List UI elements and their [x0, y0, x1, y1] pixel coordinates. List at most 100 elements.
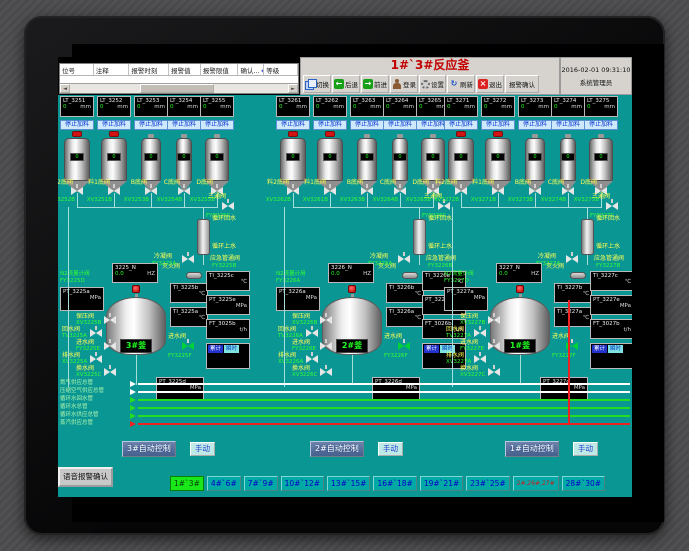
totalizer-total-button[interactable]: 累计: [592, 345, 607, 353]
page-nav-button-3[interactable]: 7#`9#: [244, 476, 278, 491]
feed-status-label: 停止加料: [60, 120, 94, 130]
left-valve[interactable]: [488, 316, 500, 324]
auto-control-button-2[interactable]: 2#自动控制: [310, 441, 364, 457]
left-valve[interactable]: [474, 329, 486, 337]
auto-control-button-1[interactable]: 1#自动控制: [505, 441, 559, 457]
left-valve[interactable]: [488, 342, 500, 350]
instrument-tag: LT_3254: [168, 97, 200, 104]
level-transmitter-box: LT_32550mm: [200, 96, 234, 117]
left-valve[interactable]: [306, 355, 318, 363]
left-valve-label: 换水阀: [460, 365, 478, 372]
toolbar-button-3[interactable]: →前进: [361, 75, 389, 93]
instrument-value: 0: [484, 104, 488, 110]
totalizer-instant-button[interactable]: 瞬时: [224, 345, 239, 353]
left-valve[interactable]: [90, 329, 102, 337]
instrument-tag: LT_3275: [585, 97, 617, 104]
totalizer-value-row: 0.0m3: [207, 354, 249, 362]
instrument-tag: 3227_N: [497, 264, 541, 271]
toolbar-button-6[interactable]: ↻刷新: [447, 75, 475, 93]
scroll-left-icon[interactable]: ◄: [60, 84, 70, 93]
instrument-value: 0: [353, 104, 357, 110]
left-valve[interactable]: [320, 342, 332, 350]
left-valve[interactable]: [488, 368, 500, 376]
three-way-valve[interactable]: [222, 202, 234, 210]
totalizer-total-button[interactable]: 累计: [424, 345, 439, 353]
left-valve[interactable]: [104, 316, 116, 324]
cold-valve[interactable]: [182, 255, 194, 263]
valve-label: B底阀: [503, 179, 531, 186]
refresh-icon: ↻: [449, 79, 459, 89]
instrument-value: 0: [63, 104, 67, 110]
instrument-value-row: 0mm: [314, 104, 346, 110]
left-valve[interactable]: [320, 368, 332, 376]
pipe-line: [136, 355, 137, 385]
page-nav-button-2[interactable]: 4#`6#: [207, 476, 241, 491]
manual-button-3[interactable]: 手动: [190, 442, 215, 456]
left-valve[interactable]: [104, 342, 116, 350]
level-transmitter-box: LT_32610mm: [276, 96, 310, 117]
auto-control-button-3[interactable]: 3#自动控制: [122, 441, 176, 457]
page-nav-button-10[interactable]: 28#`30#: [562, 476, 605, 491]
toolbar-button-2[interactable]: ←后退: [332, 75, 360, 93]
page-nav-button-8[interactable]: 23#`25#: [466, 476, 509, 491]
instrument-tag: 3225_N: [113, 264, 157, 271]
reactor-status-display: 1#釜: [504, 339, 536, 353]
alarm-col-6: 等级: [264, 64, 298, 75]
condenser: [413, 219, 426, 255]
instrument-value-row: ℃: [207, 279, 249, 285]
three-way-valve[interactable]: [606, 202, 618, 210]
datetime-panel: 2016-02-01 09:31:10 系统管理员: [560, 57, 632, 95]
instrument-value: 0: [137, 104, 141, 110]
left-valve[interactable]: [474, 355, 486, 363]
scroll-right-icon[interactable]: ►: [288, 84, 298, 93]
water-valve-code: FY3226F: [384, 353, 408, 359]
page-nav-button-4[interactable]: 10#`12#: [281, 476, 324, 491]
totalizer-total-button[interactable]: 累计: [208, 345, 223, 353]
manual-button-2[interactable]: 手动: [378, 442, 403, 456]
login-person-icon: [392, 79, 402, 89]
scrollbar-track[interactable]: [70, 84, 288, 93]
left-valve-label: 进水阀: [292, 339, 310, 346]
page-nav-button-5[interactable]: 13#`15#: [327, 476, 370, 491]
instrument-value-row: 0mm: [552, 104, 584, 110]
toolbar-button-1[interactable]: 切换: [303, 75, 331, 93]
instrument-tag: TI_3226b: [387, 284, 423, 291]
manual-button-1[interactable]: 手动: [573, 442, 598, 456]
instrument-tag: LT_3274: [552, 97, 584, 104]
left-valve[interactable]: [104, 368, 116, 376]
page-nav-button-1[interactable]: 1#`3#: [170, 476, 204, 491]
page-nav-button-7[interactable]: 19#`21#: [420, 476, 463, 491]
instrument-value: 0: [170, 104, 174, 110]
left-valve[interactable]: [320, 316, 332, 324]
n2-valve-label: N2流量计阀: [444, 271, 474, 277]
cold-valve[interactable]: [566, 255, 578, 263]
level-transmitter-box: LT_32730mm: [518, 96, 552, 117]
toolbar-button-label: 切换: [316, 79, 329, 89]
scrollbar-thumb[interactable]: [140, 84, 214, 93]
voice-alarm-confirm-button[interactable]: 语音报警确认: [58, 467, 113, 487]
cold-valve[interactable]: [398, 255, 410, 263]
toolbar-button-5[interactable]: 设置: [419, 75, 446, 93]
tank-level-display: 0: [70, 153, 84, 161]
valve-code: XV3263B: [333, 197, 365, 203]
toolbar-button-7[interactable]: ×退出: [476, 75, 504, 93]
instrument-unit: mm: [296, 104, 307, 110]
page-nav-button-6[interactable]: 16#`18#: [373, 476, 416, 491]
water-valve[interactable]: [398, 342, 410, 350]
pipe-line: [419, 207, 420, 219]
left-valve[interactable]: [306, 329, 318, 337]
instrument-unit: MPa: [620, 303, 631, 309]
totalizer-instant-button[interactable]: 瞬时: [608, 345, 623, 353]
alarm-scrollbar[interactable]: ◄ ►: [60, 83, 298, 93]
left-valve[interactable]: [90, 355, 102, 363]
level-transmitter-box: LT_32530mm: [134, 96, 168, 117]
page-nav-button-9[interactable]: 2#,26#,27#: [513, 476, 559, 491]
water-valve[interactable]: [182, 342, 194, 350]
cold-valve-label: 冷凝阀: [154, 253, 172, 260]
toolbar-button-8[interactable]: 报警确认: [505, 75, 539, 93]
instrument-value-row: 0mm: [585, 104, 617, 110]
level-transmitter-box: LT_32520mm: [97, 96, 131, 117]
left-valve-label: 保压阀: [76, 313, 94, 320]
toolbar-button-4[interactable]: 登录: [390, 75, 418, 93]
temperature-instrument-box: TI_3226b℃: [386, 283, 424, 303]
